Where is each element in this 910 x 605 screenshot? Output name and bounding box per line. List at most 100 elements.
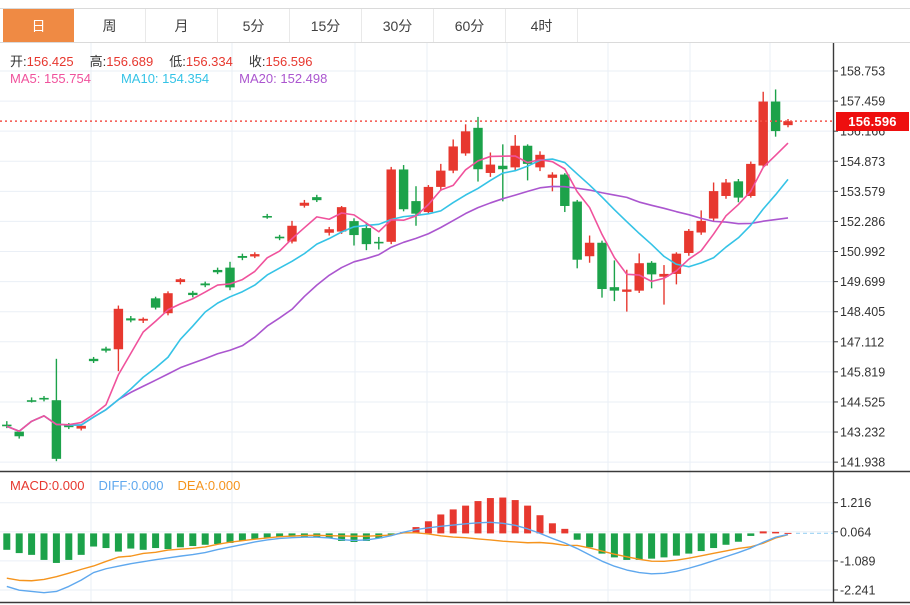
macd-bar <box>251 533 259 539</box>
macd-bar <box>648 533 656 559</box>
macd-bar <box>449 509 457 534</box>
macd-bar <box>697 533 705 552</box>
macd-axis-label: 0.064 <box>840 525 871 539</box>
macd-bar <box>747 533 755 536</box>
macd-bar <box>462 505 470 534</box>
ma20-value: MA20: 152.498 <box>239 71 328 86</box>
price-axis-label: 152.286 <box>840 215 885 229</box>
price-axis-label: 147.112 <box>840 335 884 349</box>
candle-body <box>175 279 186 283</box>
macd-bar <box>52 533 60 563</box>
candle-body <box>101 348 111 351</box>
candle-body <box>597 242 607 290</box>
macd-bar <box>474 501 482 534</box>
candle-body <box>733 181 744 198</box>
candle-body <box>51 400 62 459</box>
macd-bar <box>201 533 209 545</box>
macd-bar <box>784 532 792 534</box>
price-axis-label: 157.459 <box>840 95 885 109</box>
candle-body <box>696 220 706 233</box>
macd-bar <box>734 533 742 542</box>
candle-body <box>758 101 768 166</box>
macd-axis-label: -1.089 <box>840 554 875 568</box>
candle-body <box>312 197 322 201</box>
candle-body <box>299 202 310 206</box>
candle-body <box>88 358 99 362</box>
candle-body <box>411 201 421 214</box>
macd-bar <box>548 523 556 534</box>
macd-bar <box>65 533 73 560</box>
ma5-value: MA5: 155.754 <box>10 71 91 86</box>
ma5-line <box>6 142 789 433</box>
price-axis-label: 158.753 <box>840 65 885 79</box>
candle-body <box>126 318 136 321</box>
price-axis-label: 149.699 <box>840 275 885 289</box>
macd-bar <box>710 533 718 549</box>
macd-bar <box>3 533 11 550</box>
macd-bar <box>176 533 184 548</box>
candle-body <box>250 254 260 257</box>
macd-bar <box>672 533 680 556</box>
ma10-value: MA10: 154.354 <box>120 71 210 86</box>
price-axis-label: 144.525 <box>840 395 885 409</box>
price-axis-label: 154.873 <box>840 155 885 169</box>
candle-body <box>386 169 396 242</box>
candle-body <box>113 308 124 350</box>
candle-body <box>436 170 446 187</box>
macd-bar <box>486 498 494 534</box>
macd-bar <box>77 533 85 555</box>
candle-body <box>374 241 384 244</box>
macd-legend: MACD:0.000 DIFF:0.000 DEA:0.000 <box>10 478 240 493</box>
candle-body <box>14 431 24 437</box>
open-value: 开:156.425 <box>10 54 74 69</box>
candle-body <box>684 230 694 253</box>
candle-body <box>584 242 595 257</box>
macd-bar <box>40 533 48 560</box>
macd-axis-label: 1.216 <box>840 496 871 510</box>
macd-bar <box>499 497 507 534</box>
candle-body <box>76 425 86 429</box>
price-axis-label: 141.938 <box>840 456 885 470</box>
candle-body <box>361 228 372 245</box>
price-axis-label: 148.405 <box>840 305 885 319</box>
candle-body <box>138 318 148 321</box>
macd-bar <box>511 500 519 534</box>
price-axis-label: 153.579 <box>840 185 885 199</box>
macd-bar <box>127 533 135 549</box>
candle-body <box>560 174 570 206</box>
candle-body <box>622 289 632 292</box>
candle-body <box>2 424 12 427</box>
macd-bar <box>189 533 197 547</box>
candle-body <box>547 174 558 178</box>
macd-bar <box>214 533 222 545</box>
diff-line <box>6 521 789 594</box>
low-value: 低:156.334 <box>169 54 233 69</box>
candle-body <box>324 229 334 233</box>
macd-bar <box>152 533 160 549</box>
candle-body <box>721 182 731 196</box>
macd-bar <box>263 533 271 538</box>
current-price-badge: 156.596 <box>836 112 909 131</box>
dea-line <box>6 532 789 582</box>
macd-bar <box>139 533 147 550</box>
macd-bar <box>437 514 445 534</box>
candle-body <box>708 191 719 219</box>
dea-value: DEA:0.000 <box>177 478 241 493</box>
diff-value: DIFF:0.000 <box>98 478 164 493</box>
macd-bar <box>685 533 693 554</box>
macd-bar <box>660 533 668 558</box>
candle-body <box>237 255 248 258</box>
macd-bar <box>15 533 23 554</box>
macd-bar <box>90 533 98 547</box>
candle-body <box>572 201 582 260</box>
ma10-line <box>6 158 789 433</box>
macd-axis-label: -2.241 <box>840 583 875 597</box>
price-axis-label: 143.232 <box>840 426 885 440</box>
candle-body <box>485 164 496 173</box>
candlestick-chart-canvas[interactable]: 158.753157.459156.166154.873153.579152.2… <box>0 0 910 605</box>
candle-body <box>770 101 781 132</box>
macd-bar <box>635 533 643 560</box>
macd-bar <box>114 533 122 552</box>
candle-body <box>150 298 161 308</box>
trading-chart-page: 日周月 5分 15分 30分 60分 4时 158.753 157.459 156.166 15… <box>0 0 910 605</box>
